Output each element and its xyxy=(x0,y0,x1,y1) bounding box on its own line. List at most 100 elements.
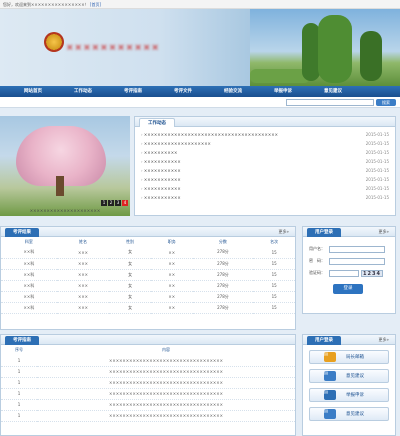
news-item-date: 2015-01-15 xyxy=(365,159,389,164)
username-label: 用户名： xyxy=(309,246,325,251)
news-item-title[interactable]: ××××××××××× xyxy=(141,159,341,164)
table-cell: 278分 xyxy=(192,280,254,292)
news-item-date: 2015-01-15 xyxy=(365,168,389,173)
quick-link-button[interactable]: ✉ 举报申诉 xyxy=(309,388,389,402)
news-item-title[interactable]: ×××××××××× xyxy=(141,150,341,155)
table-cell: ×× xyxy=(150,258,193,270)
password-field[interactable] xyxy=(329,257,385,265)
quick-link-icon: ✉ xyxy=(324,371,336,381)
quick-more-link[interactable]: 更多» xyxy=(379,337,389,343)
news-item-title[interactable]: ×××××××××××××××××××××××××××××××××××××××× xyxy=(141,132,341,137)
news-item-title[interactable]: ×××××××××××××××××××× xyxy=(141,141,341,146)
table-cell: ××× xyxy=(56,269,110,281)
quick-links-panel: 用户登录 更多» ✉ 局长邮箱 ✉ 意见建议 ✉ 举报申诉 ✉ 意见建议 xyxy=(302,334,396,436)
table-row: ××科 ××× 女 ×× 278分 15 xyxy=(1,269,295,281)
news-item-title[interactable]: ××××××××××× xyxy=(141,177,341,182)
table-cell: 女 xyxy=(109,258,151,270)
login-button[interactable]: 登录 xyxy=(333,284,363,294)
news-item-title[interactable]: ××××××××××× xyxy=(141,186,341,191)
news-item[interactable]: ××××××××××× 2015-01-15 xyxy=(141,157,389,166)
password-label: 密 码： xyxy=(309,258,325,263)
table-cell: 15 xyxy=(253,258,295,270)
nav-item-exchange[interactable]: 经验交流 xyxy=(208,86,258,97)
captcha-field[interactable] xyxy=(329,269,359,277)
news-item[interactable]: ××××××××××× 2015-01-15 xyxy=(141,166,389,175)
quick-link-button[interactable]: ✉ 局长邮箱 xyxy=(309,350,389,364)
search-input[interactable] xyxy=(286,99,374,106)
quick-link-button[interactable]: ✉ 意见建议 xyxy=(309,369,389,383)
news-item-date: 2015-01-15 xyxy=(365,150,389,155)
nav-item-docs[interactable]: 考评文件 xyxy=(158,86,208,97)
results-more-link[interactable]: 更多» xyxy=(279,229,289,235)
pager-3[interactable]: 3 xyxy=(115,200,121,206)
news-item-title[interactable]: ××××××××××× xyxy=(141,168,341,173)
captcha-image[interactable]: 1234 xyxy=(361,269,383,277)
news-panel-title: 工作动态 xyxy=(139,118,175,127)
quick-link-label: 局长邮箱 xyxy=(346,355,364,360)
notice-row[interactable]: 1 ×××××××××××××××××××××××××××××××××× xyxy=(1,410,295,422)
home-link[interactable]: [首页] xyxy=(90,2,101,7)
login-more-link[interactable]: 更多» xyxy=(379,229,389,235)
nav-item-home[interactable]: 网站首页 xyxy=(8,86,58,97)
results-table: 科室 姓名 性别 职务 分数 名次 ××科 ××× 女 ×× 278分 15 ××科 ××× 女 ×× 278… xyxy=(1,237,295,314)
results-panel: 考评结果 更多» 科室 姓名 性别 职务 分数 名次 ××科 ××× 女 ×× 278分 15 ××科… xyxy=(0,226,296,330)
notice-row[interactable]: 1 ×××××××××××××××××××××××××××××××××× xyxy=(1,366,295,378)
table-cell: 15 xyxy=(253,247,295,259)
notice-row[interactable]: 1 ×××××××××××××××××××××××××××××××××× xyxy=(1,388,295,400)
table-cell: ×× xyxy=(150,269,193,281)
news-item[interactable]: ××××××××××× 2015-01-15 xyxy=(141,193,389,202)
banner-photo xyxy=(250,9,400,86)
news-item[interactable]: ×××××××××××××××××××× 2015-01-15 xyxy=(141,139,389,148)
quick-link-label: 意见建议 xyxy=(346,374,364,379)
nav-item-report[interactable]: 举报申诉 xyxy=(258,86,308,97)
notice-row[interactable]: 1 ×××××××××××××××××××××××××××××××××× xyxy=(1,377,295,389)
table-cell: ×××××××××××××××××××××××××××××××××× xyxy=(37,388,295,400)
slideshow-pager: 1 2 3 4 xyxy=(101,200,128,206)
notice-panel: 考评指南 序号 内容 1 ×××××××××××××××××××××××××××××… xyxy=(0,334,296,436)
quick-link-label: 意见建议 xyxy=(346,412,364,417)
photo-slideshow[interactable]: 1 2 3 4 ××××××××××××××××××××× xyxy=(0,116,130,216)
quick-link-icon: ✉ xyxy=(324,409,336,419)
table-cell: 278分 xyxy=(192,291,254,303)
news-item[interactable]: ××××××××××× 2015-01-15 xyxy=(141,175,389,184)
table-cell: 女 xyxy=(109,247,151,259)
pager-2[interactable]: 2 xyxy=(108,200,114,206)
banner: ××××××××××× xyxy=(0,9,400,86)
notice-table: 序号 内容 1 ××××××××××××××××××××××××××××××××××… xyxy=(1,345,295,422)
notice-col-header: 序号 xyxy=(15,347,23,352)
photo-caption: ××××××××××××××××××××× xyxy=(29,208,101,213)
table-cell: 1 xyxy=(1,355,37,367)
pager-1[interactable]: 1 xyxy=(101,200,107,206)
news-item[interactable]: ××××××××××××××××××××××××××××××××××××××××… xyxy=(141,130,389,139)
welcome-text: 您好，欢迎来到××××××××××××××××！ xyxy=(3,2,89,7)
quick-panel-title: 用户登录 xyxy=(307,336,341,345)
notice-panel-title: 考评指南 xyxy=(5,336,39,345)
table-cell: ××× xyxy=(56,302,110,314)
nav-item-news[interactable]: 工作动态 xyxy=(58,86,108,97)
news-item[interactable]: ×××××××××× 2015-01-15 xyxy=(141,148,389,157)
nav-item-feedback[interactable]: 意见建议 xyxy=(308,86,358,97)
table-cell: ××科 xyxy=(1,258,57,270)
table-cell: ××× xyxy=(56,291,110,303)
login-panel: 用户登录 更多» 用户名： 密 码： 验证码： 1234 登录 xyxy=(302,226,396,314)
news-item-title[interactable]: ××××××××××× xyxy=(141,195,341,200)
quick-link-button[interactable]: ✉ 意见建议 xyxy=(309,407,389,421)
table-cell: 女 xyxy=(109,302,151,314)
notice-row[interactable]: 1 ×××××××××××××××××××××××××××××××××× xyxy=(1,355,295,367)
news-item[interactable]: ××××××××××× 2015-01-15 xyxy=(141,184,389,193)
nav-item-guide[interactable]: 考评指南 xyxy=(108,86,158,97)
table-cell: ××科 xyxy=(1,302,57,314)
username-field[interactable] xyxy=(329,245,385,253)
table-cell: 278分 xyxy=(192,247,254,259)
table-row: ××科 ××× 女 ×× 278分 15 xyxy=(1,247,295,259)
quick-link-icon: ✉ xyxy=(324,390,336,400)
login-panel-title: 用户登录 xyxy=(307,228,341,237)
notice-row[interactable]: 1 ×××××××××××××××××××××××××××××××××× xyxy=(1,399,295,411)
pager-4[interactable]: 4 xyxy=(122,200,128,206)
results-col-header: 性别 xyxy=(126,239,135,244)
table-cell: ×× xyxy=(150,302,193,314)
results-col-header: 科室 xyxy=(24,239,33,244)
table-cell: 15 xyxy=(253,291,295,303)
table-cell: 15 xyxy=(253,302,295,314)
search-button[interactable]: 搜索 xyxy=(376,99,396,106)
